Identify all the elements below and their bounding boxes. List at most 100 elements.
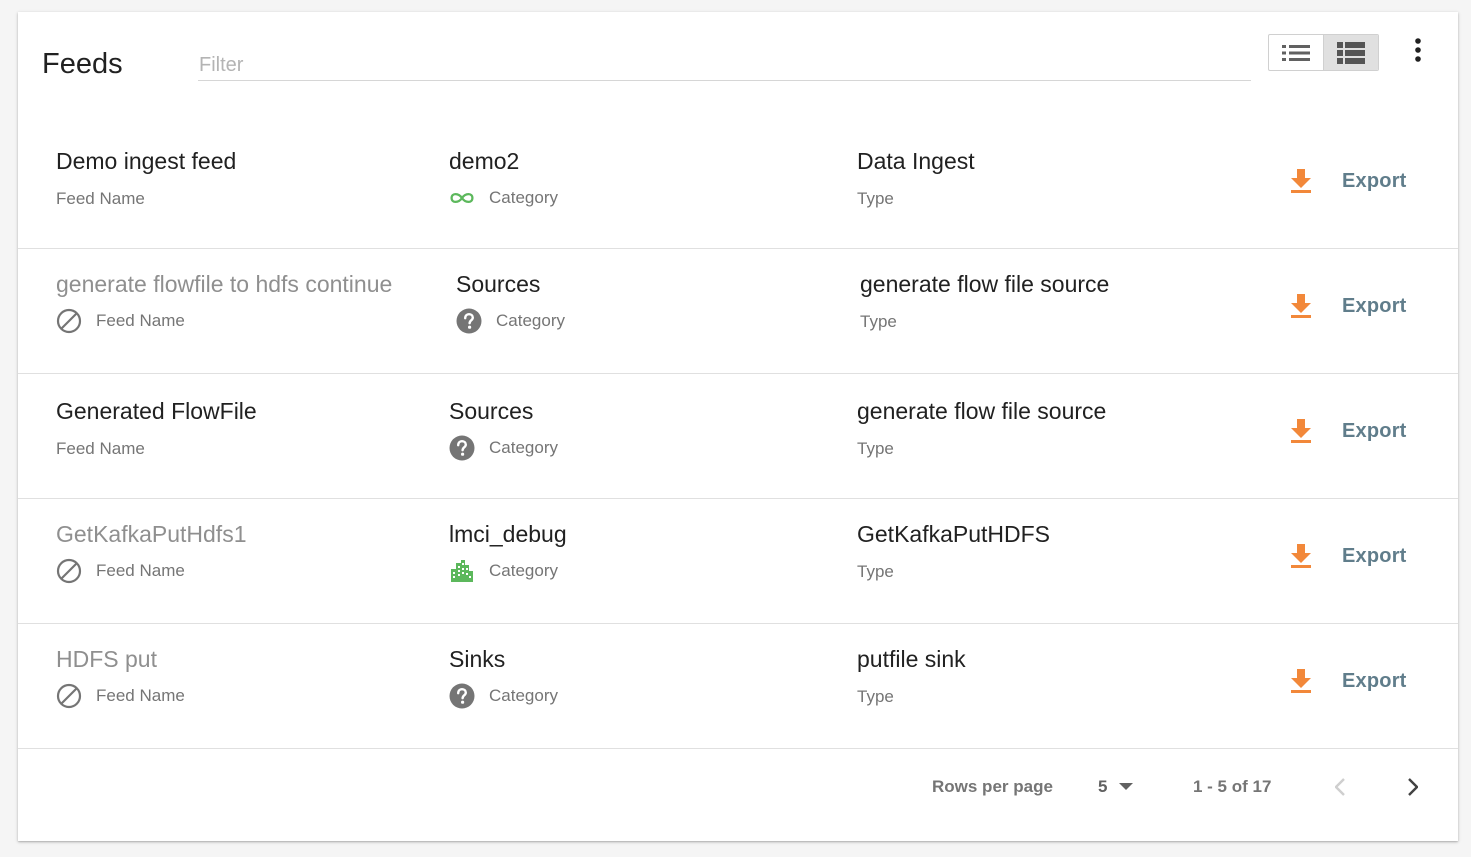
feed-row[interactable]: GetKafkaPutHdfs1 Feed Name lmci_debug Ca… [18, 499, 1458, 624]
category-caption: Category [456, 308, 565, 334]
chevron-left-icon [1335, 778, 1345, 796]
type-label: Type [857, 562, 894, 581]
chevron-right-icon [1408, 778, 1418, 796]
feed-name-caption: Feed Name [56, 308, 392, 334]
export-button[interactable]: Export [1288, 168, 1407, 194]
feed-type: generate flow file source [857, 398, 1107, 424]
type-cell: generate flow file source Type [860, 271, 1109, 332]
export-label: Export [1342, 544, 1407, 567]
page-range: 1 - 5 of 17 [1193, 777, 1272, 796]
feed-name[interactable]: Generated FlowFile [56, 398, 257, 425]
download-icon [1288, 543, 1314, 569]
rows-per-page-select[interactable]: 5 [1098, 777, 1134, 797]
type-cell: GetKafkaPutHDFS Type [857, 521, 1050, 582]
category-cell: lmci_debug Category [449, 521, 567, 584]
feed-name-label: Feed Name [96, 561, 185, 580]
feed-name-caption: Feed Name [56, 558, 247, 584]
category-label: Category [489, 561, 558, 580]
download-icon [1288, 668, 1314, 694]
category-name: lmci_debug [449, 521, 567, 547]
feed-name-caption: Feed Name [56, 439, 257, 459]
pagination: Rows per page 5 1 - 5 of 17 [18, 757, 1458, 817]
more-options-button[interactable] [1406, 36, 1430, 64]
feed-row[interactable]: Demo ingest feed Feed Name demo2 Categor… [18, 124, 1458, 249]
table-view-icon [1337, 41, 1365, 64]
type-caption: Type [857, 189, 975, 209]
infinity-icon [449, 185, 475, 211]
feeds-list: Demo ingest feed Feed Name demo2 Categor… [18, 124, 1458, 749]
type-caption: Type [857, 687, 966, 707]
feed-name-cell: GetKafkaPutHdfs1 Feed Name [56, 521, 247, 584]
export-button[interactable]: Export [1288, 668, 1407, 694]
category-caption: Category [449, 558, 567, 584]
category-label: Category [489, 438, 558, 457]
export-label: Export [1342, 419, 1407, 442]
type-cell: generate flow file source Type [857, 398, 1106, 459]
category-name: Sources [449, 398, 534, 424]
feed-type: putfile sink [857, 646, 966, 672]
type-cell: Data Ingest Type [857, 148, 975, 209]
type-cell: putfile sink Type [857, 646, 966, 707]
feed-name-cell: Generated FlowFile Feed Name [56, 398, 257, 459]
feed-name[interactable]: generate flowfile to hdfs continue [56, 271, 392, 298]
type-caption: Type [857, 562, 1050, 582]
rows-per-page-value: 5 [1098, 777, 1108, 796]
feed-name-label: Feed Name [56, 439, 145, 458]
table-view-button[interactable] [1323, 35, 1378, 70]
export-button[interactable]: Export [1288, 418, 1407, 444]
category-cell: Sinks Category [449, 646, 558, 709]
disabled-icon [56, 683, 82, 709]
feed-type: GetKafkaPutHDFS [857, 521, 1051, 547]
category-label: Category [489, 188, 558, 207]
category-caption: Category [449, 185, 558, 211]
feed-name-label: Feed Name [96, 311, 185, 330]
category-cell: demo2 Category [449, 148, 558, 211]
category-name: Sinks [449, 646, 506, 672]
type-caption: Type [857, 439, 1106, 459]
previous-page-button[interactable] [1326, 773, 1354, 801]
category-label: Category [489, 686, 558, 705]
dropdown-arrow-icon [1119, 783, 1134, 790]
category-caption: Category [449, 435, 558, 461]
export-label: Export [1342, 669, 1407, 692]
category-label: Category [496, 311, 565, 330]
feed-row[interactable]: Generated FlowFile Feed Name Sources Cat… [18, 374, 1458, 499]
download-icon [1288, 168, 1314, 194]
feed-name-cell: HDFS put Feed Name [56, 646, 185, 709]
feed-type: generate flow file source [860, 271, 1110, 297]
list-view-button[interactable] [1269, 35, 1323, 70]
type-caption: Type [860, 312, 1109, 332]
feed-name[interactable]: HDFS put [56, 646, 185, 673]
filter-input[interactable] [198, 50, 1251, 81]
next-page-button[interactable] [1399, 773, 1427, 801]
feed-name-label: Feed Name [96, 686, 185, 705]
feed-name-cell: Demo ingest feed Feed Name [56, 148, 236, 209]
feeds-card: Feeds Demo ingest feed Feed Name [18, 12, 1458, 841]
feed-row[interactable]: HDFS put Feed Name Sinks Category putfil… [18, 624, 1458, 749]
category-name: demo2 [449, 148, 520, 174]
help-circle-icon [456, 308, 482, 334]
disabled-icon [56, 558, 82, 584]
disabled-icon [56, 308, 82, 334]
view-toggle [1268, 34, 1379, 71]
download-icon [1288, 418, 1314, 444]
export-button[interactable]: Export [1288, 543, 1407, 569]
feed-name-label: Feed Name [56, 189, 145, 208]
type-label: Type [857, 439, 894, 458]
type-label: Type [860, 312, 897, 331]
feed-name-caption: Feed Name [56, 683, 185, 709]
feed-row[interactable]: generate flowfile to hdfs continue Feed … [18, 249, 1458, 374]
type-label: Type [857, 687, 894, 706]
page-title: Feeds [42, 48, 123, 80]
help-circle-icon [449, 683, 475, 709]
feed-name[interactable]: Demo ingest feed [56, 148, 236, 175]
export-label: Export [1342, 169, 1407, 192]
export-button[interactable]: Export [1288, 293, 1407, 319]
feed-name[interactable]: GetKafkaPutHdfs1 [56, 521, 247, 548]
rows-per-page-label: Rows per page [932, 777, 1053, 796]
category-cell: Sources Category [449, 398, 558, 461]
category-caption: Category [449, 683, 558, 709]
more-vert-icon [1415, 38, 1421, 62]
feed-name-cell: generate flowfile to hdfs continue Feed … [56, 271, 392, 334]
feed-type: Data Ingest [857, 148, 975, 174]
